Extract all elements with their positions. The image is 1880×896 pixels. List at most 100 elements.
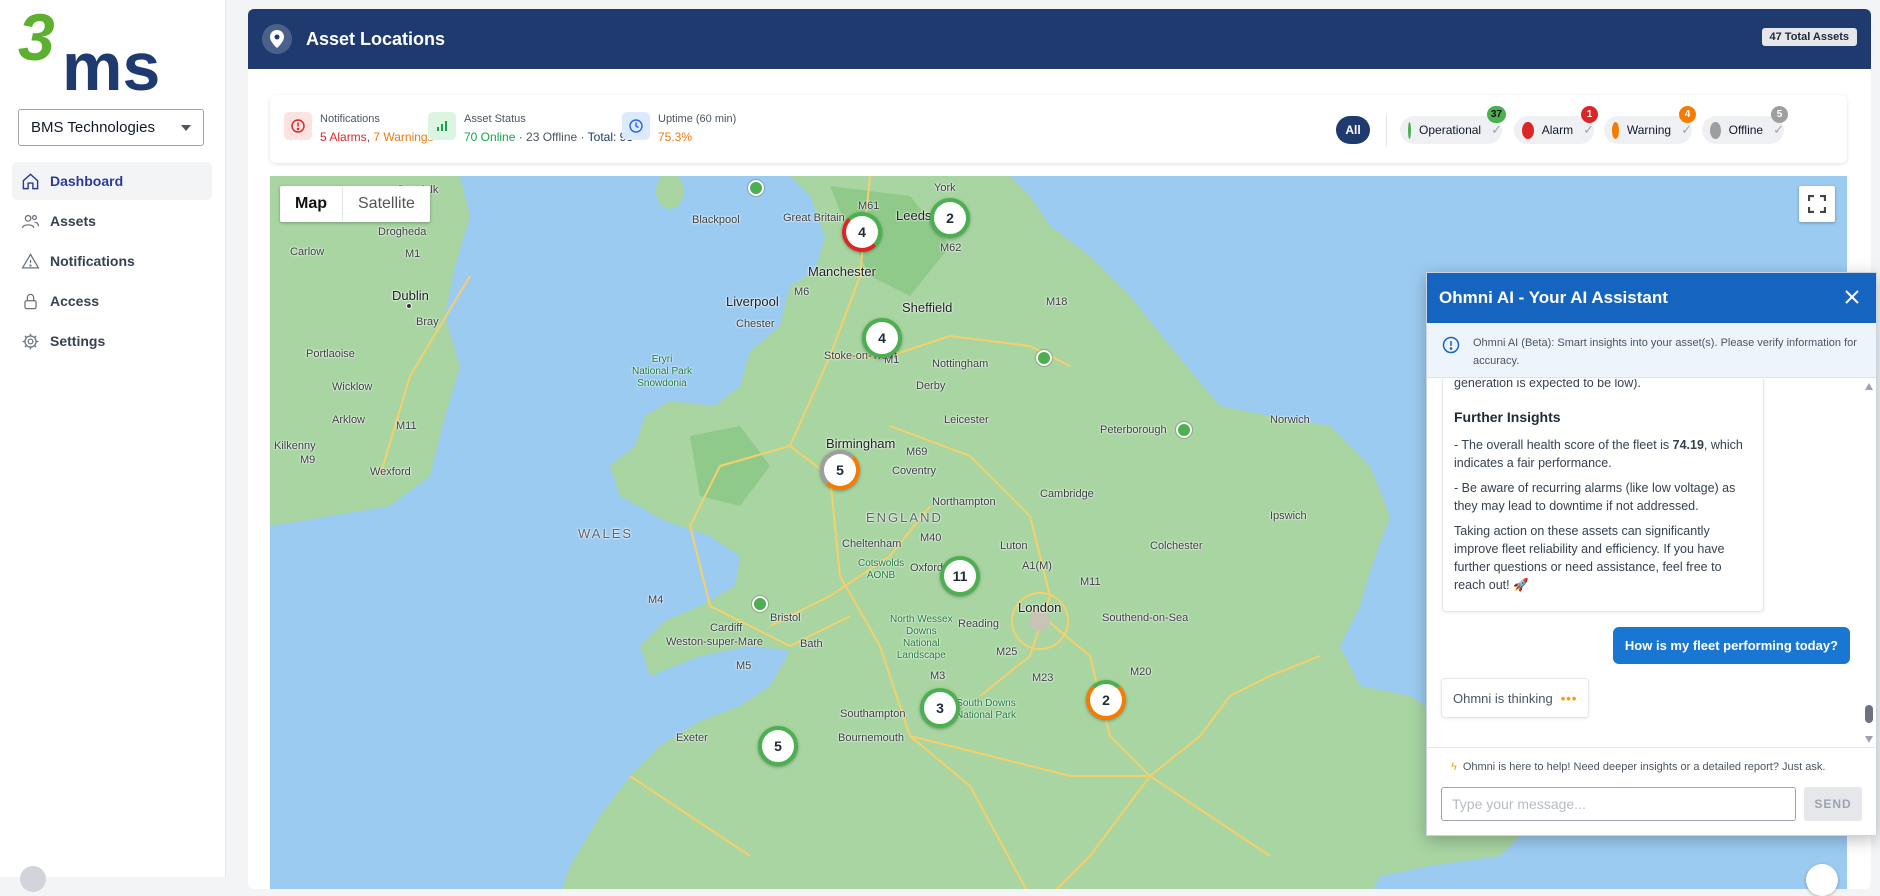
info-icon xyxy=(1442,336,1460,354)
place-label: Oxford xyxy=(910,562,944,574)
place-label: Cheltenham xyxy=(842,538,902,550)
road-label: M62 xyxy=(940,242,962,254)
sidebar-item-label: Dashboard xyxy=(50,173,124,189)
place-label: Colchester xyxy=(1150,540,1203,552)
place-label: Dublin xyxy=(392,288,429,303)
gear-icon xyxy=(20,331,40,351)
region-label: WALES xyxy=(578,526,634,541)
road-label: M5 xyxy=(736,660,752,672)
fullscreen-button[interactable] xyxy=(1799,186,1835,222)
chip-count: 4 xyxy=(1679,106,1696,123)
organization-select[interactable]: BMS Technologies xyxy=(18,109,204,146)
lock-icon xyxy=(20,291,40,311)
place-label: Southend-on-Sea xyxy=(1102,612,1189,624)
status-dot xyxy=(1612,121,1619,139)
region-label: ENGLAND xyxy=(866,510,943,525)
place-label: Manchester xyxy=(808,264,876,279)
send-button[interactable]: SEND xyxy=(1804,787,1862,821)
place-label: Southampton xyxy=(840,708,906,720)
place-label: Carlow xyxy=(290,246,325,258)
scroll-up-icon[interactable] xyxy=(1865,383,1873,390)
avatar[interactable] xyxy=(20,866,46,892)
road-label: A1(M) xyxy=(1022,560,1052,572)
chip-label: Warning xyxy=(1626,123,1672,137)
park-label: Cotswolds AONB xyxy=(858,558,905,581)
sidebar-item-access[interactable]: Access xyxy=(12,282,212,320)
online-count: 70 Online xyxy=(464,130,516,144)
chat-hint: ϟ Ohmni is here to help! Need deeper insi… xyxy=(1451,761,1826,773)
sidebar-item-label: Notifications xyxy=(50,253,135,269)
place-label: Leicester xyxy=(944,414,989,426)
chat-message-input[interactable] xyxy=(1441,787,1796,821)
page-header: Asset Locations 47 Total Assets xyxy=(248,9,1871,69)
place-label: Kilkenny xyxy=(274,440,316,452)
filter-all-button[interactable]: All xyxy=(1336,116,1370,144)
asset-cluster[interactable]: 4 xyxy=(842,212,882,252)
asset-cluster[interactable]: 2 xyxy=(1086,680,1126,720)
place-label: Norwich xyxy=(1270,414,1310,426)
ai-message-fragment: generation is expected to be low). xyxy=(1454,379,1641,390)
filter-warning-chip[interactable]: Warning ✓ 4 xyxy=(1604,106,1696,144)
place-label: Chester xyxy=(736,318,775,330)
chevron-down-icon xyxy=(181,125,191,131)
place-label: Bournemouth xyxy=(838,732,905,744)
beta-notice: Ohmni AI (Beta): Smart insights into you… xyxy=(1427,323,1876,378)
park-label: Eryri National Park Snowdonia xyxy=(632,354,693,389)
map-type-satellite-button[interactable]: Satellite xyxy=(343,186,430,222)
place-label: Coventry xyxy=(892,465,937,477)
place-label: Cambridge xyxy=(1040,488,1094,500)
chat-title: Ohmni AI - Your AI Assistant xyxy=(1439,288,1668,307)
check-icon: ✓ xyxy=(1583,122,1594,137)
scroll-thumb[interactable] xyxy=(1865,705,1873,723)
asset-cluster[interactable]: 11 xyxy=(940,556,980,596)
svg-text:3: 3 xyxy=(18,8,55,74)
uptime-label: Uptime (60 min) xyxy=(658,113,737,125)
road-label: M1 xyxy=(405,248,421,260)
asset-cluster[interactable]: 4 xyxy=(862,318,902,358)
place-label: Great Britain xyxy=(783,212,845,224)
road-label: M9 xyxy=(300,454,316,466)
sidebar-item-assets[interactable]: Assets xyxy=(12,202,212,240)
place-label: Arklow xyxy=(332,414,366,426)
thinking-text: Ohmni is thinking xyxy=(1453,690,1553,706)
road-label: M18 xyxy=(1046,296,1068,308)
uptime-value: 75.3% xyxy=(658,130,693,144)
filter-alarm-chip[interactable]: Alarm ✓ 1 xyxy=(1514,106,1598,144)
asset-marker[interactable] xyxy=(748,180,764,196)
sidebar-item-label: Access xyxy=(50,293,100,309)
beta-notice-text: Ohmni AI (Beta): Smart insights into you… xyxy=(1473,337,1857,367)
notifications-stat[interactable]: Notifications 5 Alarms, 7 Warnings xyxy=(284,112,434,146)
ai-message-bullet: - The overall health score of the fleet … xyxy=(1454,438,1743,470)
road-label: M40 xyxy=(920,532,942,544)
sidebar-item-notifications[interactable]: Notifications xyxy=(12,242,212,280)
sidebar: 3 ms BMS Technologies Dashboard Assets N… xyxy=(0,0,226,892)
scroll-down-icon[interactable] xyxy=(1865,736,1873,743)
map-type-map-button[interactable]: Map xyxy=(280,186,342,222)
place-label: Blackpool xyxy=(692,214,740,226)
place-label: York xyxy=(934,182,956,194)
chat-scrollbar[interactable] xyxy=(1864,383,1874,743)
road-label: M25 xyxy=(996,646,1018,658)
asset-cluster[interactable]: 5 xyxy=(758,726,798,766)
sidebar-item-dashboard[interactable]: Dashboard xyxy=(12,162,212,200)
asset-cluster[interactable]: 3 xyxy=(920,688,960,728)
close-icon[interactable] xyxy=(1842,287,1862,307)
place-label: Liverpool xyxy=(726,294,779,309)
divider xyxy=(1427,747,1876,748)
filter-operational-chip[interactable]: Operational ✓ 37 xyxy=(1400,106,1506,144)
place-label: Ipswich xyxy=(1270,510,1307,522)
asset-status-stat[interactable]: Asset Status 70 Online · 23 Offline · To… xyxy=(428,112,633,146)
asset-marker[interactable] xyxy=(1176,422,1192,438)
filter-offline-chip[interactable]: Offline ✓ 5 xyxy=(1702,106,1788,144)
place-label: Bristol xyxy=(770,612,801,624)
uptime-stat[interactable]: Uptime (60 min) 75.3% xyxy=(622,112,736,146)
alert-circle-icon xyxy=(284,112,312,140)
asset-cluster[interactable]: 2 xyxy=(930,198,970,238)
road-label: M20 xyxy=(1130,666,1152,678)
sidebar-item-settings[interactable]: Settings xyxy=(12,322,212,360)
asset-cluster[interactable]: 5 xyxy=(820,450,860,490)
map-control-button[interactable] xyxy=(1806,864,1838,896)
chat-header: Ohmni AI - Your AI Assistant xyxy=(1427,273,1876,323)
asset-marker[interactable] xyxy=(752,596,768,612)
asset-marker[interactable] xyxy=(1036,350,1052,366)
